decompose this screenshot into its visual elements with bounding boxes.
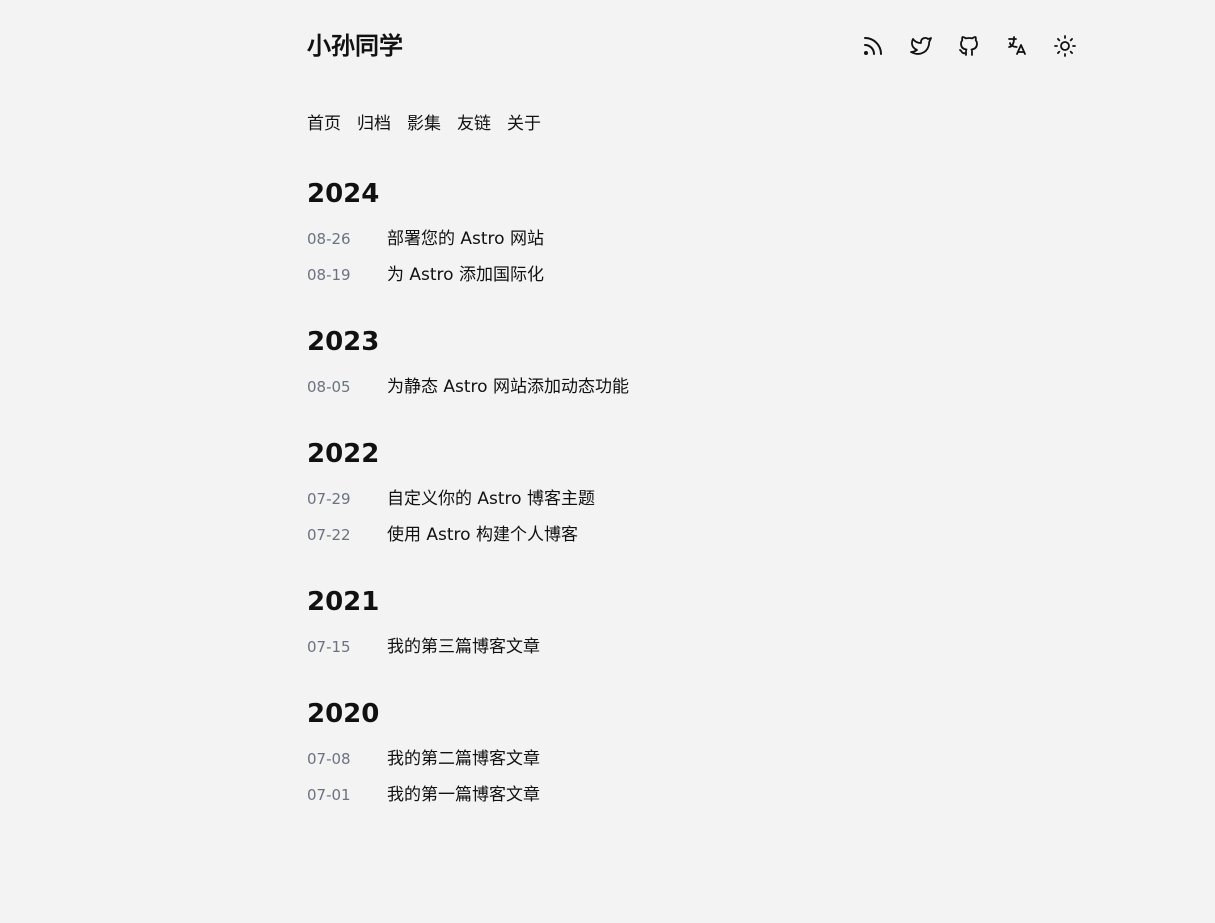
post-row: 07-08 我的第二篇博客文章 (307, 744, 1077, 780)
post-row: 07-01 我的第一篇博客文章 (307, 780, 1077, 816)
site-header: 小孙同学 (307, 0, 1077, 92)
post-date: 07-29 (307, 490, 351, 508)
post-row: 07-22 使用 Astro 构建个人博客 (307, 520, 1077, 556)
rss-icon[interactable] (861, 32, 885, 60)
main-nav: 首页 归档 影集 友链 关于 (307, 110, 541, 138)
year-group: 2020 07-08 我的第二篇博客文章 07-01 我的第一篇博客文章 (307, 696, 1077, 816)
post-archive: 2024 08-26 部署您的 Astro 网站 08-19 为 Astro 添… (307, 176, 1077, 844)
post-row: 07-29 自定义你的 Astro 博客主题 (307, 484, 1077, 520)
post-date: 07-01 (307, 786, 351, 804)
nav-item-about[interactable]: 关于 (507, 110, 541, 138)
year-group: 2024 08-26 部署您的 Astro 网站 08-19 为 Astro 添… (307, 176, 1077, 296)
post-title-link[interactable]: 我的第二篇博客文章 (387, 744, 540, 769)
post-date: 08-26 (307, 230, 351, 248)
content-container: 小孙同学 首页 归档 影集 友链 关于 2024 08-26 部署您的 Astr… (307, 0, 1077, 805)
post-title-link[interactable]: 使用 Astro 构建个人博客 (387, 520, 578, 545)
github-icon[interactable] (957, 32, 981, 60)
post-row: 08-05 为静态 Astro 网站添加动态功能 (307, 372, 1077, 408)
year-heading: 2020 (307, 699, 380, 729)
year-group: 2023 08-05 为静态 Astro 网站添加动态功能 (307, 324, 1077, 408)
post-date: 07-15 (307, 638, 351, 656)
year-heading: 2024 (307, 179, 380, 209)
nav-item-home[interactable]: 首页 (307, 110, 341, 138)
post-date: 08-05 (307, 378, 351, 396)
post-title-link[interactable]: 为 Astro 添加国际化 (387, 260, 544, 285)
post-title-link[interactable]: 我的第一篇博客文章 (387, 780, 540, 805)
year-group: 2022 07-29 自定义你的 Astro 博客主题 07-22 使用 Ast… (307, 436, 1077, 556)
post-date: 07-08 (307, 750, 351, 768)
nav-item-links[interactable]: 友链 (457, 110, 491, 138)
post-title-link[interactable]: 自定义你的 Astro 博客主题 (387, 484, 595, 509)
year-heading: 2023 (307, 327, 380, 357)
post-title-link[interactable]: 我的第三篇博客文章 (387, 632, 540, 657)
site-title-link[interactable]: 小孙同学 (307, 30, 403, 62)
nav-item-archive[interactable]: 归档 (357, 110, 391, 138)
post-date: 08-19 (307, 266, 351, 284)
post-row: 07-15 我的第三篇博客文章 (307, 632, 1077, 668)
page: 小孙同学 首页 归档 影集 友链 关于 2024 08-26 部署您的 Astr… (0, 0, 1215, 923)
year-heading: 2022 (307, 439, 380, 469)
post-date: 07-22 (307, 526, 351, 544)
nav-item-gallery[interactable]: 影集 (407, 110, 441, 138)
post-row: 08-26 部署您的 Astro 网站 (307, 224, 1077, 260)
post-row: 08-19 为 Astro 添加国际化 (307, 260, 1077, 296)
translate-icon[interactable] (1005, 32, 1029, 60)
year-heading: 2021 (307, 587, 380, 617)
post-title-link[interactable]: 为静态 Astro 网站添加动态功能 (387, 372, 629, 397)
sun-icon[interactable] (1053, 32, 1077, 60)
year-group: 2021 07-15 我的第三篇博客文章 (307, 584, 1077, 668)
post-title-link[interactable]: 部署您的 Astro 网站 (387, 224, 544, 249)
header-icon-bar (861, 32, 1077, 60)
twitter-icon[interactable] (909, 32, 933, 60)
